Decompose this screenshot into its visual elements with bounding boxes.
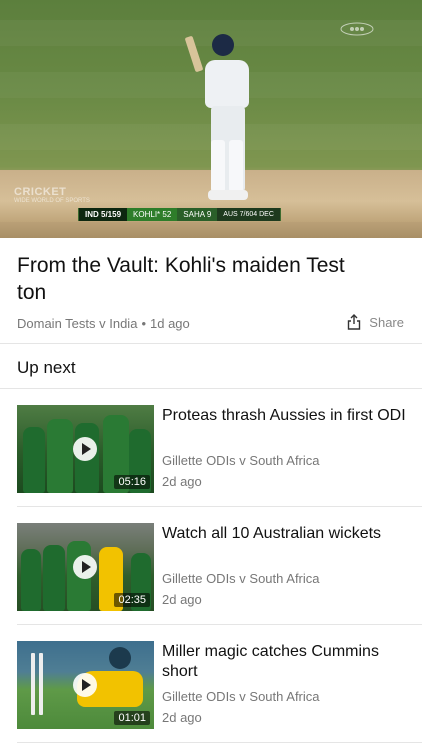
item-age: 2d ago bbox=[162, 592, 202, 607]
item-series: Gillette ODIs v South Africa bbox=[162, 453, 320, 468]
score-batter: KOHLI* 52 bbox=[127, 208, 178, 221]
list-item[interactable]: 05:16 Proteas thrash Aussies in first OD… bbox=[17, 405, 412, 493]
video-player[interactable]: CRICKET WIDE WORLD OF SPORTS IND 5/159 K… bbox=[0, 0, 422, 238]
divider bbox=[0, 343, 422, 344]
article-category[interactable]: Domain Tests v India bbox=[17, 316, 137, 331]
article-title: From the Vault: Kohli's maiden Test ton bbox=[17, 254, 345, 304]
brand-subtitle: WIDE WORLD OF SPORTS bbox=[14, 198, 90, 204]
broadcast-brand: CRICKET WIDE WORLD OF SPORTS bbox=[14, 186, 90, 204]
item-title[interactable]: Miller magic catches Cummins short bbox=[162, 642, 407, 682]
divider bbox=[0, 388, 422, 389]
article-age: 1d ago bbox=[150, 316, 190, 331]
video-thumbnail[interactable]: 02:35 bbox=[17, 523, 154, 611]
play-icon bbox=[73, 437, 97, 461]
score-opponent: AUS 7/604 DEC bbox=[217, 208, 280, 221]
brand-name: CRICKET bbox=[14, 186, 67, 198]
batter-figure bbox=[205, 50, 249, 200]
score-bar: IND 5/159 KOHLI* 52 SAHA 9 AUS 7/604 DEC bbox=[78, 208, 281, 221]
score-partner: SAHA 9 bbox=[177, 208, 218, 221]
score-team: IND 5/159 bbox=[79, 208, 128, 221]
list-item[interactable]: 01:01 Miller magic catches Cummins short… bbox=[17, 641, 412, 729]
divider bbox=[17, 624, 422, 625]
channel-nine-icon bbox=[340, 22, 374, 36]
item-age: 2d ago bbox=[162, 710, 202, 725]
share-label: Share bbox=[369, 314, 404, 330]
item-title[interactable]: Watch all 10 Australian wickets bbox=[162, 524, 407, 544]
share-icon bbox=[348, 314, 361, 330]
divider bbox=[17, 742, 422, 743]
item-age: 2d ago bbox=[162, 474, 202, 489]
video-thumbnail[interactable]: 05:16 bbox=[17, 405, 154, 493]
video-thumbnail[interactable]: 01:01 bbox=[17, 641, 154, 729]
video-duration: 05:16 bbox=[114, 475, 150, 489]
video-duration: 01:01 bbox=[114, 711, 150, 725]
item-series: Gillette ODIs v South Africa bbox=[162, 571, 320, 586]
batter-shoes bbox=[208, 190, 248, 200]
meta-separator: • bbox=[141, 316, 146, 331]
share-button[interactable]: Share bbox=[347, 314, 404, 330]
article-meta: Domain Tests v India • 1d ago bbox=[17, 316, 190, 331]
channel-logo bbox=[340, 22, 374, 39]
play-icon bbox=[73, 673, 97, 697]
up-next-heading: Up next bbox=[17, 358, 76, 377]
item-series: Gillette ODIs v South Africa bbox=[162, 689, 320, 704]
list-item[interactable]: 02:35 Watch all 10 Australian wickets Gi… bbox=[17, 523, 412, 611]
video-duration: 02:35 bbox=[114, 593, 150, 607]
divider bbox=[17, 506, 422, 507]
play-icon bbox=[73, 555, 97, 579]
item-title[interactable]: Proteas thrash Aussies in first ODI bbox=[162, 406, 407, 426]
